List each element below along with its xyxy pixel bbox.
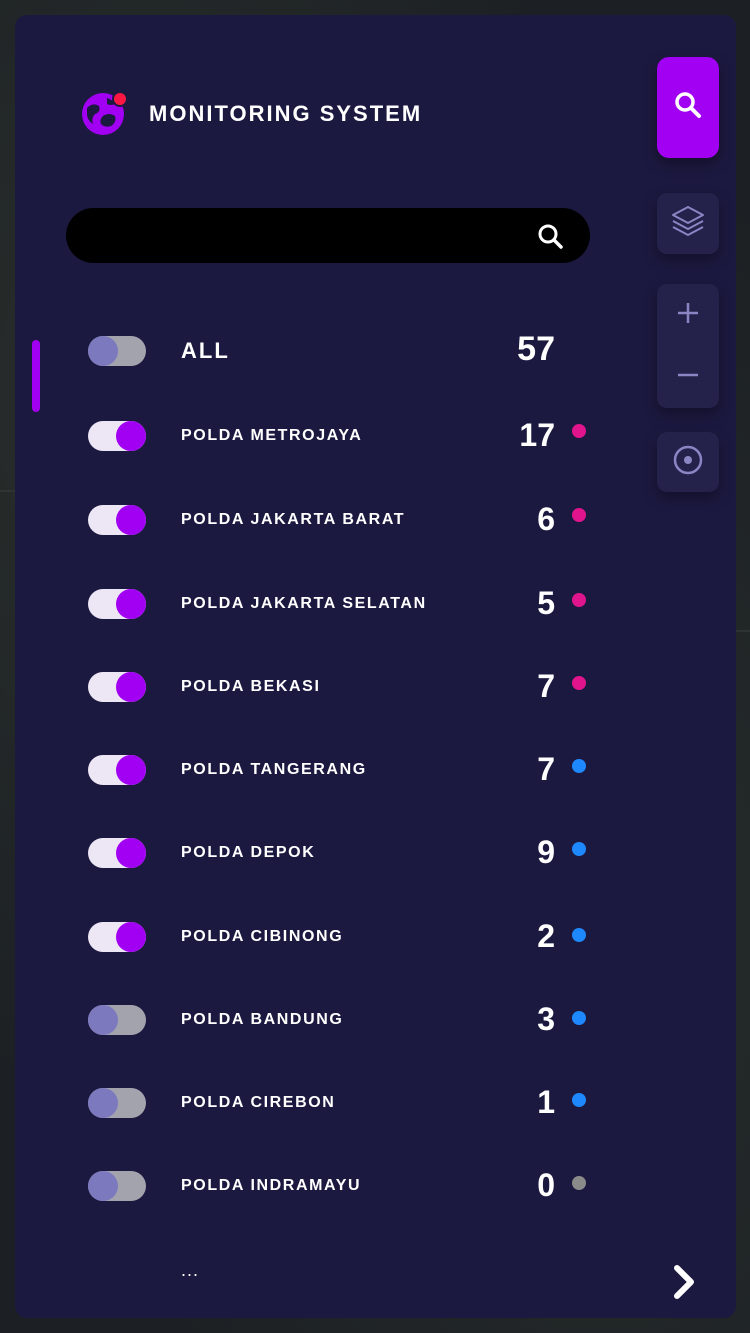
toggle-switch[interactable] bbox=[88, 1005, 146, 1035]
list-item-label: POLDA JAKARTA SELATAN bbox=[181, 595, 427, 612]
status-dot bbox=[572, 759, 586, 773]
toggle-switch[interactable] bbox=[88, 838, 146, 868]
list-item[interactable]: POLDA METROJAYA 17 bbox=[15, 416, 736, 456]
globe-icon bbox=[81, 91, 128, 136]
list-item[interactable]: POLDA DEPOK 9 bbox=[15, 833, 736, 873]
brand-header: MONITORING SYSTEM bbox=[81, 91, 423, 136]
list-item[interactable]: POLDA INDRAMAYU 0 bbox=[15, 1166, 736, 1206]
toggle-switch[interactable] bbox=[88, 421, 146, 451]
status-dot bbox=[572, 928, 586, 942]
next-page-button[interactable] bbox=[665, 1260, 705, 1304]
list-item-label: POLDA METROJAYA bbox=[181, 427, 363, 444]
toggle-switch[interactable] bbox=[88, 1088, 146, 1118]
zoom-out-button[interactable] bbox=[657, 346, 719, 408]
list-item-label: POLDA BANDUNG bbox=[181, 1011, 344, 1028]
list-item-count: 17 bbox=[519, 417, 555, 453]
status-dot bbox=[572, 424, 586, 438]
list-item-count: 7 bbox=[537, 668, 555, 704]
more-indicator: ... bbox=[181, 1260, 200, 1280]
search-icon[interactable] bbox=[536, 222, 564, 250]
zoom-in-button[interactable] bbox=[657, 284, 719, 346]
list-item-count: 5 bbox=[537, 585, 555, 621]
toggle-switch[interactable] bbox=[88, 672, 146, 702]
minus-icon bbox=[676, 363, 700, 392]
list-item-count: 0 bbox=[537, 1167, 555, 1203]
list-item[interactable]: POLDA JAKARTA SELATAN 5 bbox=[15, 584, 736, 624]
list-item[interactable]: POLDA JAKARTA BARAT 6 bbox=[15, 500, 736, 540]
toggle-switch[interactable] bbox=[88, 589, 146, 619]
search-input[interactable] bbox=[90, 208, 520, 263]
list-item-label: POLDA CIREBON bbox=[181, 1094, 336, 1111]
toggle-switch[interactable] bbox=[88, 922, 146, 952]
status-dot bbox=[572, 508, 586, 522]
monitoring-panel: MONITORING SYSTEM ALL 57 POLDA METROJAYA… bbox=[15, 15, 736, 1318]
list-item[interactable]: POLDA BANDUNG 3 bbox=[15, 1000, 736, 1040]
toggle-switch[interactable] bbox=[88, 505, 146, 535]
list-item-label: ALL bbox=[181, 338, 230, 363]
locate-button[interactable] bbox=[657, 432, 719, 492]
zoom-controls bbox=[657, 284, 719, 408]
list-item[interactable]: POLDA CIREBON 1 bbox=[15, 1083, 736, 1123]
list-item-count: 6 bbox=[537, 501, 555, 537]
list-item[interactable]: POLDA TANGERANG 7 bbox=[15, 750, 736, 790]
search-icon bbox=[673, 90, 703, 125]
layers-icon bbox=[670, 203, 706, 244]
list-item-label: POLDA INDRAMAYU bbox=[181, 1177, 362, 1194]
list-item-count: 57 bbox=[517, 330, 555, 368]
status-dot bbox=[572, 842, 586, 856]
list-item-all[interactable]: ALL 57 bbox=[15, 330, 736, 371]
toggle-switch[interactable] bbox=[88, 1171, 146, 1201]
list-item-label: POLDA DEPOK bbox=[181, 844, 316, 861]
search-button[interactable] bbox=[657, 57, 719, 158]
app-title: MONITORING SYSTEM bbox=[149, 101, 423, 126]
target-icon bbox=[672, 444, 704, 481]
status-dot bbox=[572, 593, 586, 607]
layers-button[interactable] bbox=[657, 193, 719, 254]
list-item[interactable]: POLDA CIBINONG 2 bbox=[15, 917, 736, 957]
status-dot bbox=[572, 1176, 586, 1190]
list-item-label: POLDA JAKARTA BARAT bbox=[181, 511, 406, 528]
status-dot bbox=[572, 1011, 586, 1025]
list-item-count: 2 bbox=[537, 918, 555, 954]
search-bar[interactable] bbox=[66, 208, 590, 263]
list-item-count: 1 bbox=[537, 1084, 555, 1120]
list-item-count: 7 bbox=[537, 751, 555, 787]
notification-dot bbox=[112, 91, 128, 107]
status-dot bbox=[572, 676, 586, 690]
list-item-label: POLDA BEKASI bbox=[181, 678, 321, 695]
toggle-switch[interactable] bbox=[88, 336, 146, 366]
list-item-label: POLDA CIBINONG bbox=[181, 928, 344, 945]
status-dot bbox=[572, 1093, 586, 1107]
plus-icon bbox=[676, 301, 700, 330]
list-item-count: 3 bbox=[537, 1001, 555, 1037]
toggle-switch[interactable] bbox=[88, 755, 146, 785]
list-item[interactable]: POLDA BEKASI 7 bbox=[15, 667, 736, 707]
list-item-label: POLDA TANGERANG bbox=[181, 761, 367, 778]
list-item-count: 9 bbox=[537, 834, 555, 870]
chevron-right-icon bbox=[665, 1265, 705, 1308]
